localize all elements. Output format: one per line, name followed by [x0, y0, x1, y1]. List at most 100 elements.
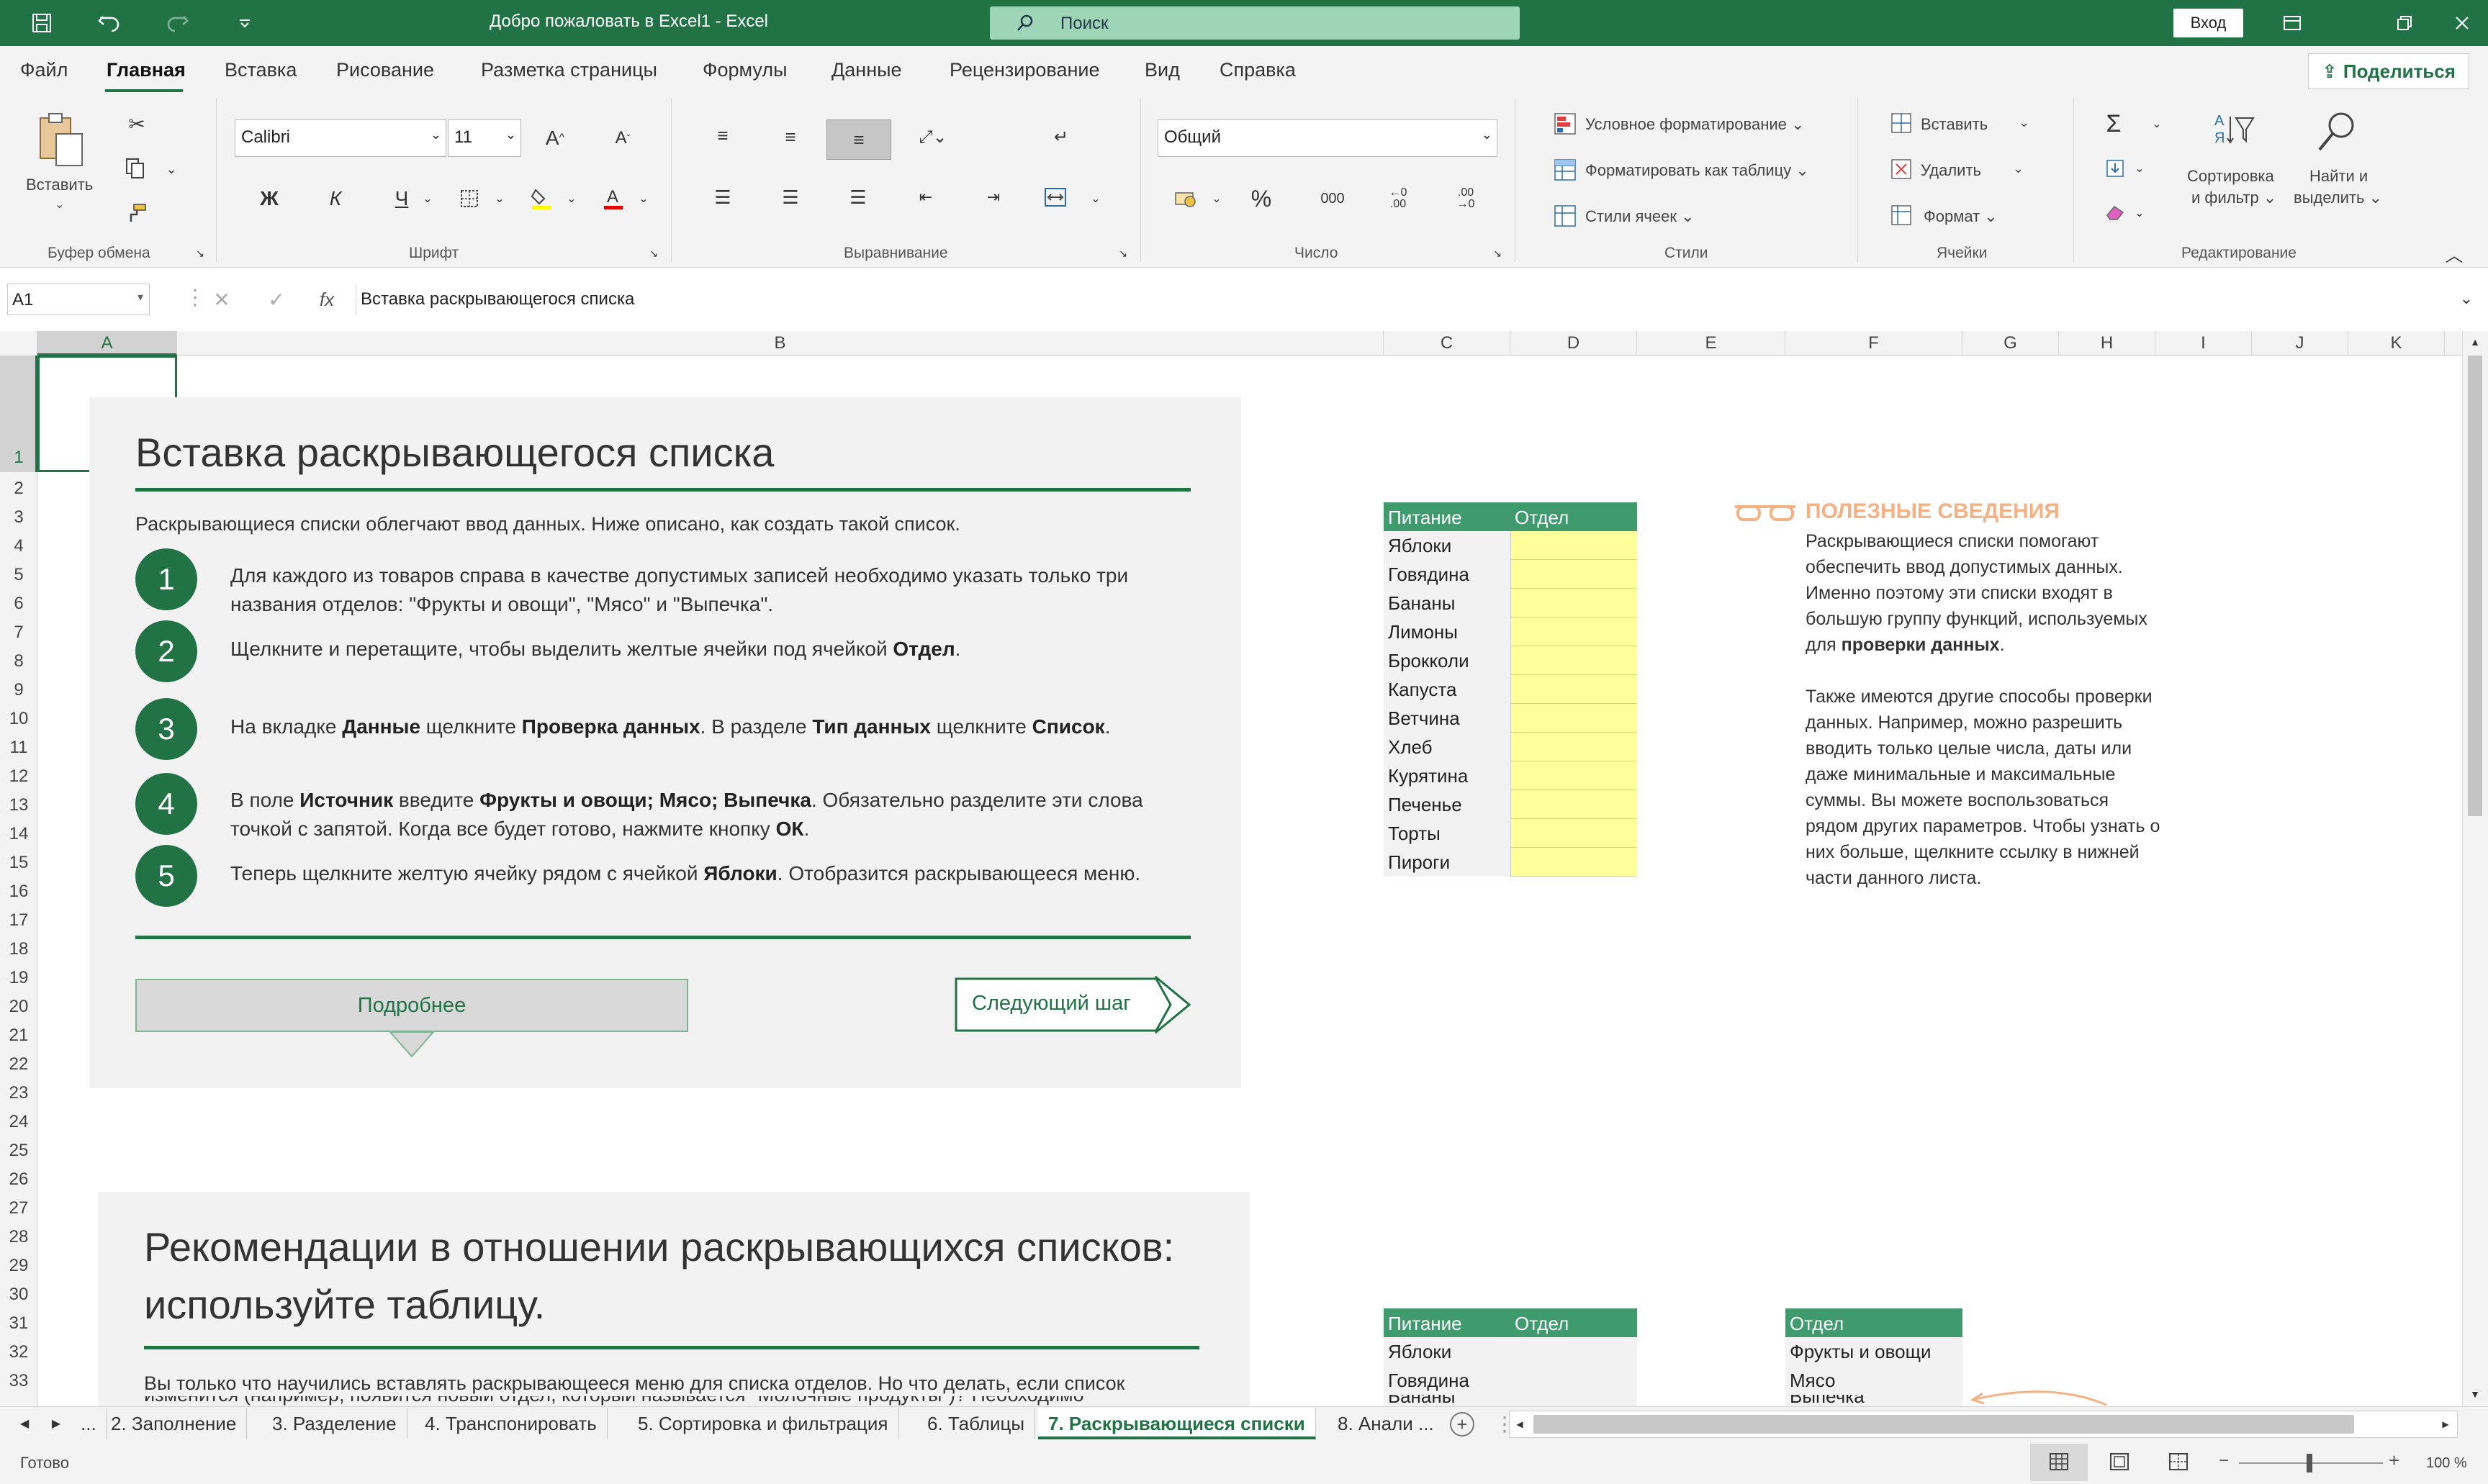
- table1-food-cell[interactable]: Бананы: [1384, 589, 1510, 617]
- tab-scroll-right-icon[interactable]: ▶: [46, 1412, 66, 1435]
- align-bottom-icon[interactable]: ≡: [826, 119, 891, 160]
- scroll-down-icon[interactable]: ▼: [2464, 1383, 2487, 1405]
- row-header[interactable]: 21: [0, 1019, 37, 1048]
- underline-dropdown-icon[interactable]: ⌄: [420, 190, 435, 207]
- sheet-tab-2[interactable]: 2. Заполнение: [101, 1408, 248, 1439]
- column-header-i[interactable]: I: [2155, 331, 2252, 356]
- underline-button[interactable]: Ч: [387, 183, 416, 214]
- find-select-button[interactable]: выделить ⌄: [2294, 189, 2382, 207]
- decrease-decimal-icon[interactable]: .00 →0: [1450, 184, 1482, 213]
- row-header[interactable]: 11: [0, 731, 37, 760]
- font-color-icon[interactable]: A: [598, 183, 629, 214]
- copy-icon[interactable]: [120, 154, 151, 183]
- table1-dept-cell[interactable]: [1510, 675, 1637, 704]
- column-header-a[interactable]: A: [37, 331, 177, 356]
- row-header[interactable]: 1: [0, 356, 37, 472]
- row-header[interactable]: 13: [0, 789, 37, 818]
- row-header[interactable]: 5: [0, 558, 37, 587]
- increase-decimal-icon[interactable]: ←0.00: [1382, 184, 1414, 213]
- number-launcher-icon[interactable]: ↘: [1492, 248, 1503, 259]
- row-header[interactable]: 4: [0, 530, 37, 558]
- tab-page-layout[interactable]: Разметка страницы: [481, 59, 657, 81]
- page-layout-view-icon[interactable]: [2109, 1452, 2129, 1471]
- page-break-view-icon[interactable]: [2168, 1452, 2189, 1471]
- tab-review[interactable]: Рецензирование: [950, 59, 1100, 81]
- thousands-button[interactable]: 000: [1313, 184, 1352, 213]
- row-header[interactable]: 2: [0, 472, 37, 501]
- format-painter-icon[interactable]: [122, 199, 151, 227]
- insert-cells-label[interactable]: Вставить: [1921, 115, 1988, 134]
- fill-icon[interactable]: [2101, 154, 2129, 183]
- autosum-icon[interactable]: Σ: [2099, 108, 2128, 140]
- align-left-icon[interactable]: ☰: [708, 184, 737, 210]
- save-icon[interactable]: [26, 7, 58, 39]
- scroll-up-icon[interactable]: ▲: [2464, 331, 2487, 353]
- share-button[interactable]: ⇪ Поделиться: [2308, 53, 2469, 89]
- cancel-icon[interactable]: ✕: [209, 285, 235, 314]
- column-header-e[interactable]: E: [1637, 331, 1785, 356]
- table1-food-cell[interactable]: Пироги: [1384, 848, 1510, 877]
- table1-dept-cell[interactable]: [1510, 819, 1637, 848]
- font-color-dropdown-icon[interactable]: ⌄: [636, 190, 651, 207]
- table1-dept-cell[interactable]: [1510, 790, 1637, 819]
- borders-dropdown-icon[interactable]: ⌄: [492, 190, 507, 207]
- table1-dept-cell[interactable]: [1510, 761, 1637, 790]
- row-header[interactable]: 15: [0, 846, 37, 875]
- table1-food-cell[interactable]: Хлеб: [1384, 733, 1510, 761]
- column-header-g[interactable]: G: [1962, 331, 2059, 356]
- table1-dept-cell[interactable]: [1510, 617, 1637, 646]
- row-header[interactable]: 23: [0, 1077, 37, 1105]
- column-header-h[interactable]: H: [2059, 331, 2155, 356]
- row-header[interactable]: 32: [0, 1336, 37, 1365]
- table3-row[interactable]: Фрукты и овощи: [1785, 1337, 1962, 1366]
- fill-color-dropdown-icon[interactable]: ⌄: [564, 190, 579, 207]
- enter-icon[interactable]: ✓: [263, 285, 289, 314]
- paste-icon[interactable]: [36, 111, 86, 168]
- table2-row[interactable]: Яблоки: [1384, 1337, 1637, 1366]
- percent-button[interactable]: %: [1245, 184, 1277, 213]
- row-header[interactable]: 3: [0, 501, 37, 530]
- row-header[interactable]: 31: [0, 1307, 37, 1336]
- row-header[interactable]: 27: [0, 1192, 37, 1221]
- cell-styles-button[interactable]: Стили ячеек ⌄: [1585, 207, 1695, 226]
- zoom-level[interactable]: 100 %: [2426, 1455, 2467, 1472]
- align-top-icon[interactable]: ≡: [708, 122, 737, 148]
- accounting-format-icon[interactable]: [1171, 184, 1202, 213]
- format-cells-icon[interactable]: [1890, 204, 1914, 227]
- row-header[interactable]: 22: [0, 1048, 37, 1077]
- orientation-icon[interactable]: ⤢⌄: [911, 122, 955, 151]
- add-sheet-icon[interactable]: +: [1450, 1412, 1474, 1437]
- hscroll-left-icon[interactable]: ◀: [1512, 1413, 1528, 1435]
- format-cells-button[interactable]: Формат ⌄: [1924, 207, 1998, 226]
- tab-view[interactable]: Вид: [1145, 59, 1180, 81]
- merge-center-icon[interactable]: [1040, 184, 1071, 210]
- autosum-dropdown-icon[interactable]: ⌄: [2150, 115, 2164, 132]
- table1-dept-cell[interactable]: [1510, 733, 1637, 761]
- tab-help[interactable]: Справка: [1220, 59, 1296, 81]
- row-header[interactable]: 33: [0, 1365, 37, 1393]
- align-middle-icon[interactable]: ≡: [776, 124, 805, 150]
- normal-view-icon[interactable]: [2049, 1452, 2069, 1471]
- paste-dropdown-icon[interactable]: ⌄: [55, 197, 64, 212]
- tab-data[interactable]: Данные: [831, 59, 902, 81]
- sheet-tab-7-active[interactable]: 7. Раскрывающиеся списки: [1038, 1408, 1316, 1439]
- table1-food-cell[interactable]: Яблоки: [1384, 531, 1510, 560]
- row-header[interactable]: 18: [0, 933, 37, 962]
- collapse-ribbon-icon[interactable]: ︿: [2443, 245, 2465, 266]
- table1-food-cell[interactable]: Лимоны: [1384, 617, 1510, 646]
- zoom-out-icon[interactable]: −: [2219, 1451, 2229, 1471]
- clear-dropdown-icon[interactable]: ⌄: [2132, 204, 2147, 222]
- format-as-table-button[interactable]: Форматировать как таблицу ⌄: [1585, 161, 1809, 180]
- row-header[interactable]: 30: [0, 1278, 37, 1307]
- table1-dept-cell[interactable]: [1510, 560, 1637, 589]
- cut-icon[interactable]: ✂: [122, 109, 151, 138]
- wrap-text-icon[interactable]: ↵: [1047, 122, 1076, 151]
- row-header[interactable]: 20: [0, 990, 37, 1019]
- decrease-indent-icon[interactable]: ⇤: [911, 184, 940, 210]
- sort-filter-label-1[interactable]: Сортировка: [2187, 167, 2274, 186]
- horizontal-scroll-thumb[interactable]: [1533, 1415, 2354, 1434]
- table1-dept-cell[interactable]: [1510, 589, 1637, 617]
- table3-row[interactable]: Мясо: [1785, 1366, 1962, 1395]
- tab-home[interactable]: Главная: [107, 59, 186, 81]
- insert-dropdown-icon[interactable]: ⌄: [2019, 115, 2029, 130]
